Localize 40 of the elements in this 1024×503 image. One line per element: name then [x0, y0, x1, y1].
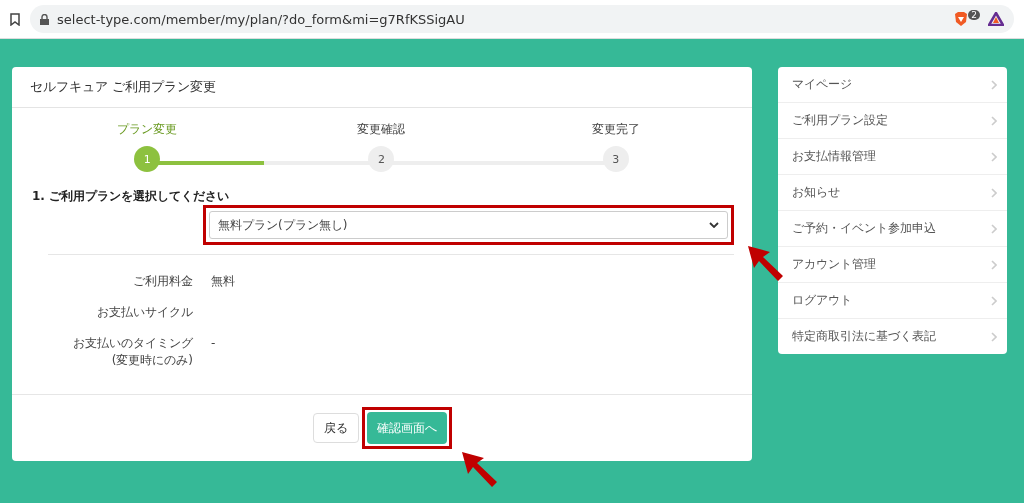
chevron-right-icon — [991, 79, 997, 90]
menu-item[interactable]: ご利用プラン設定 — [778, 102, 1007, 138]
pointer-arrow-icon — [462, 452, 498, 488]
step-label: 変更完了 — [591, 121, 640, 138]
notification-badge: 2 — [968, 10, 980, 20]
step-label: プラン変更 — [117, 121, 178, 138]
menu-item[interactable]: お支払情報管理 — [778, 138, 1007, 174]
chevron-right-icon — [991, 295, 997, 306]
card-title: セルフキュア ご利用プラン変更 — [30, 78, 217, 96]
detail-value: 無料 — [211, 273, 236, 290]
step-number: 1 — [134, 146, 161, 172]
pointer-arrow-icon — [748, 246, 784, 282]
detail-label: ご利用料金 — [132, 273, 193, 290]
url-text: select-type.com/member/my/plan/?do_form&mi=g7RfKSSigAU — [57, 11, 466, 27]
step-number: 2 — [368, 146, 395, 172]
menu-item[interactable]: ご予約・イベント参加申込 — [778, 210, 1007, 246]
lion-shield-icon[interactable] — [954, 11, 969, 27]
step-number: 3 — [602, 146, 629, 172]
chevron-right-icon — [991, 115, 997, 126]
menu-item[interactable]: 特定商取引法に基づく表記 — [778, 318, 1007, 354]
detail-label: お支払いサイクル — [96, 304, 193, 321]
detail-value: - — [211, 335, 217, 352]
menu-item[interactable]: お知らせ — [778, 174, 1007, 210]
bookmark-icon[interactable] — [10, 12, 20, 26]
back-button[interactable]: 戻る — [312, 413, 359, 443]
chevron-right-icon — [991, 151, 997, 162]
chevron-down-icon — [709, 222, 719, 228]
step-label: 変更確認 — [357, 121, 406, 138]
chevron-right-icon — [991, 331, 997, 342]
plan-select[interactable]: 無料プラン(プラン無し) — [209, 211, 728, 239]
chevron-right-icon — [991, 259, 997, 270]
menu-item[interactable]: マイページ — [778, 67, 1007, 102]
address-bar[interactable]: select-type.com/member/my/plan/?do_form&mi=g7RfKSSigAU 2 — [30, 5, 1014, 33]
lock-icon — [40, 13, 49, 25]
detail-label: お支払いのタイミング (変更時にのみ) — [72, 335, 193, 369]
chevron-right-icon — [991, 187, 997, 198]
chevron-right-icon — [991, 223, 997, 234]
menu-item[interactable]: ログアウト — [778, 282, 1007, 318]
section-heading: 1. ご利用プランを選択してください — [32, 188, 231, 205]
triangle-icon[interactable] — [988, 12, 1004, 26]
